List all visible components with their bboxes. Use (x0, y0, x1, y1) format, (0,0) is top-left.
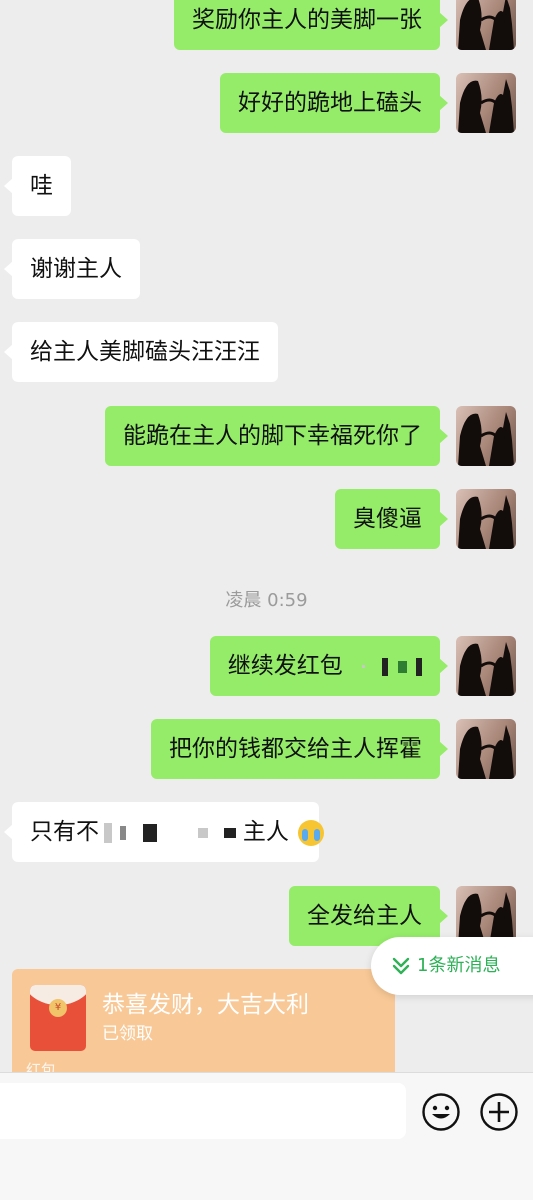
other-message-bubble[interactable]: 哇 (4, 156, 71, 216)
message-row: 哇 (0, 156, 533, 216)
silhouette-avatar-icon (458, 642, 514, 696)
message-row: 给主人美脚磕头汪汪汪 (0, 322, 533, 382)
other-message-bubble[interactable]: 只有不 主人 (4, 802, 325, 862)
smiley-icon (422, 1093, 460, 1131)
my-message-bubble[interactable]: 把你的钱都交给主人挥霍 (151, 719, 448, 779)
emoji-button[interactable] (421, 1092, 461, 1132)
crying-emoji (298, 819, 325, 846)
my-message-bubble[interactable]: 臭傻逼 (335, 489, 448, 549)
message-row: 谢谢主人 (0, 239, 533, 299)
message-input[interactable] (0, 1083, 406, 1139)
chat-area[interactable]: 奖励你主人的美脚一张 好好的跪地上磕头 哇 谢谢主人 给主人美脚磕头汪汪汪 能跪… (0, 0, 533, 1072)
my-avatar[interactable] (456, 406, 516, 466)
input-bar (0, 1072, 533, 1200)
silhouette-avatar-icon (458, 412, 514, 466)
message-row: 能跪在主人的脚下幸福死你了 (0, 406, 533, 466)
message-row: 继续发红包 (0, 636, 533, 696)
message-row: 把你的钱都交给主人挥霍 (0, 719, 533, 779)
silhouette-avatar-icon (458, 495, 514, 549)
my-message-bubble[interactable]: 能跪在主人的脚下幸福死你了 (105, 406, 448, 466)
double-chevron-down-icon (392, 957, 410, 975)
silhouette-avatar-icon (458, 79, 514, 133)
red-packet-label: 红包 (26, 1061, 57, 1072)
red-packet-message[interactable]: ¥ 恭喜发财，大吉大利 已领取 红包 (12, 969, 395, 1072)
my-avatar[interactable] (456, 73, 516, 133)
my-message-bubble[interactable]: 奖励你主人的美脚一张 (174, 0, 448, 50)
red-packet-status: 已领取 (102, 1024, 153, 1044)
my-message-bubble[interactable]: 继续发红包 (209, 636, 449, 696)
my-avatar[interactable] (456, 719, 516, 779)
more-button[interactable] (479, 1092, 519, 1132)
message-row: 好好的跪地上磕头 (0, 73, 533, 133)
other-message-bubble[interactable]: 给主人美脚磕头汪汪汪 (4, 322, 278, 382)
red-packet-title: 恭喜发财，大吉大利 (102, 992, 309, 1018)
my-avatar[interactable] (456, 636, 516, 696)
new-messages-button[interactable]: 1条新消息 (371, 937, 533, 995)
message-text-start: 只有不 (30, 819, 99, 845)
my-avatar[interactable] (456, 0, 516, 50)
message-row: 只有不 主人 (0, 802, 533, 862)
message-row: 臭傻逼 (0, 489, 533, 549)
message-text: 继续发红包 (227, 653, 343, 679)
silhouette-avatar-icon (458, 725, 514, 779)
silhouette-avatar-icon (458, 0, 514, 50)
my-avatar[interactable] (456, 489, 516, 549)
plus-circle-icon (480, 1093, 518, 1131)
message-row: 奖励你主人的美脚一张 (0, 0, 533, 50)
new-messages-label: 1条新消息 (417, 955, 501, 976)
timestamp: 凌晨 0:59 (225, 590, 308, 611)
pixelated-text (104, 819, 243, 845)
message-text-end: 主人 (242, 819, 289, 845)
other-message-bubble[interactable]: 谢谢主人 (4, 239, 140, 299)
my-message-bubble[interactable]: 好好的跪地上磕头 (220, 73, 448, 133)
red-envelope-icon: ¥ (30, 985, 86, 1051)
pixelated-emoji (362, 636, 422, 696)
